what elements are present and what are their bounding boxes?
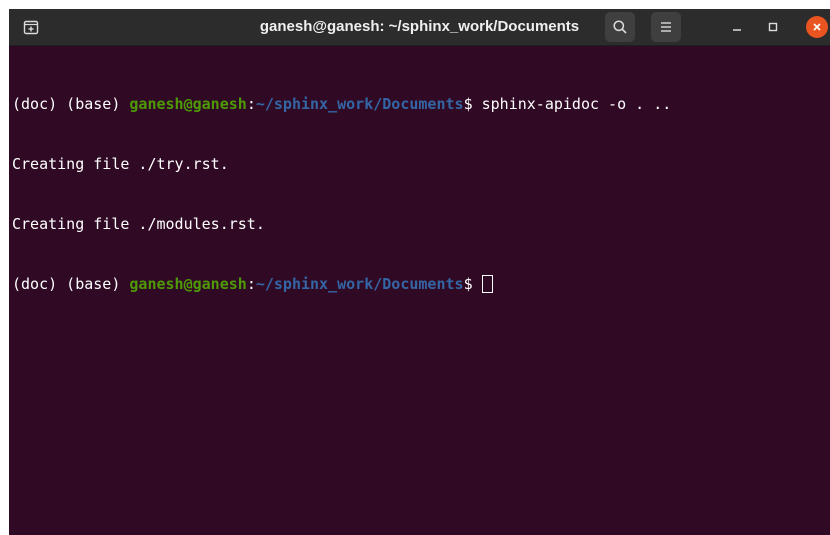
- menu-button[interactable]: [651, 12, 681, 42]
- search-icon: [613, 20, 627, 34]
- new-tab-icon: [23, 20, 38, 34]
- maximize-icon: [768, 22, 778, 32]
- prompt-line: (doc) (base) ganesh@ganesh:~/sphinx_work…: [12, 274, 824, 294]
- prompt-symbol: $: [463, 275, 482, 293]
- title-bar[interactable]: ganesh@ganesh: ~/sphinx_work/Documents: [9, 9, 830, 46]
- current-path: ~/sphinx_work/Documents: [255, 95, 464, 113]
- user-host: ganesh@ganesh: [129, 95, 247, 113]
- terminal-output[interactable]: (doc) (base) ganesh@ganesh:~/sphinx_work…: [12, 54, 824, 334]
- conda-env-label: (doc) (base): [12, 275, 130, 293]
- conda-env-label: (doc) (base): [12, 95, 130, 113]
- hamburger-menu-icon: [661, 22, 671, 32]
- window-title: ganesh@ganesh: ~/sphinx_work/Documents: [259, 18, 580, 35]
- user-host: ganesh@ganesh: [129, 275, 247, 293]
- prompt-colon: :: [246, 95, 256, 113]
- command-text: sphinx-apidoc -o . ..: [481, 95, 672, 113]
- close-icon: [813, 23, 821, 31]
- maximize-button[interactable]: [761, 15, 785, 39]
- terminal-window: ganesh@ganesh: ~/sphinx_work/Documents (…: [9, 9, 830, 535]
- current-path: ~/sphinx_work/Documents: [255, 275, 464, 293]
- prompt-line: (doc) (base) ganesh@ganesh:~/sphinx_work…: [12, 94, 824, 114]
- minimize-icon: [733, 29, 741, 31]
- minimize-button[interactable]: [725, 15, 749, 39]
- search-button[interactable]: [605, 12, 635, 42]
- output-line: Creating file ./modules.rst.: [12, 215, 265, 233]
- prompt-symbol: $: [463, 95, 482, 113]
- output-line: Creating file ./try.rst.: [12, 155, 229, 173]
- new-tab-button[interactable]: [17, 14, 44, 39]
- text-cursor: [481, 275, 493, 293]
- close-button[interactable]: [806, 16, 828, 38]
- prompt-colon: :: [246, 275, 256, 293]
